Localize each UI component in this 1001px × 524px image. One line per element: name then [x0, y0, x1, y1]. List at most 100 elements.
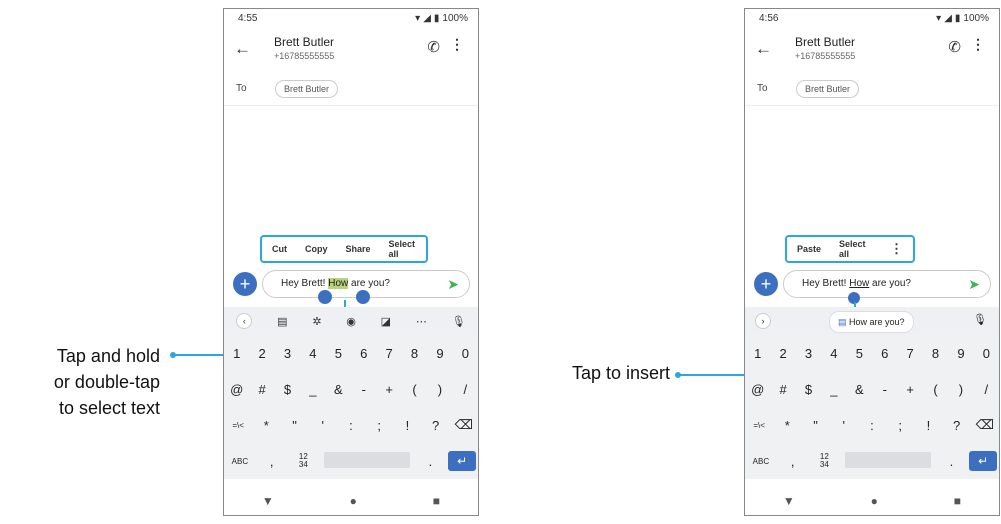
comma-key[interactable]: ,: [777, 454, 809, 469]
key[interactable]: 6: [872, 346, 897, 361]
home-circle-icon[interactable]: ●: [871, 494, 878, 508]
key[interactable]: 3: [796, 346, 821, 361]
more-options-icon[interactable]: ⋮: [971, 36, 985, 53]
select-all-button[interactable]: Select all: [389, 239, 416, 259]
key[interactable]: ?: [943, 418, 971, 433]
paste-button[interactable]: Paste: [797, 244, 821, 254]
settings-icon[interactable]: ✲: [312, 315, 321, 328]
key[interactable]: *: [252, 418, 280, 433]
abc-key[interactable]: ABC: [745, 457, 777, 466]
selection-handle-end[interactable]: [356, 290, 370, 304]
key[interactable]: 9: [948, 346, 973, 361]
recipient-chip[interactable]: Brett Butler: [275, 80, 339, 98]
key[interactable]: @: [745, 382, 770, 397]
key[interactable]: @: [224, 382, 249, 397]
chevron-left-icon[interactable]: ‹: [236, 313, 253, 329]
key[interactable]: 4: [300, 346, 325, 361]
key[interactable]: -: [351, 382, 376, 397]
microphone-icon[interactable]: 🎙: [452, 315, 466, 328]
key[interactable]: ;: [886, 418, 914, 433]
key[interactable]: 0: [974, 346, 999, 361]
add-attachment-button[interactable]: +: [754, 272, 778, 296]
key[interactable]: 5: [847, 346, 872, 361]
key[interactable]: :: [858, 418, 886, 433]
key[interactable]: *: [773, 418, 801, 433]
key[interactable]: #: [770, 382, 795, 397]
home-circle-icon[interactable]: ●: [350, 494, 357, 508]
key[interactable]: 6: [351, 346, 376, 361]
enter-key[interactable]: ↵: [967, 451, 999, 471]
backspace-key[interactable]: ⌫: [450, 417, 478, 433]
key[interactable]: +: [897, 382, 922, 397]
key[interactable]: ': [830, 418, 858, 433]
key[interactable]: ": [801, 418, 829, 433]
key[interactable]: (: [402, 382, 427, 397]
key[interactable]: -: [872, 382, 897, 397]
clipboard-suggestion[interactable]: ▤ How are you?: [829, 311, 914, 333]
space-key[interactable]: [840, 451, 935, 471]
key[interactable]: 8: [923, 346, 948, 361]
key[interactable]: +: [376, 382, 401, 397]
key[interactable]: 8: [402, 346, 427, 361]
key[interactable]: 1: [224, 346, 249, 361]
key[interactable]: (: [923, 382, 948, 397]
recipient-chip[interactable]: Brett Butler: [796, 80, 860, 98]
key[interactable]: ': [309, 418, 337, 433]
key[interactable]: ?: [422, 418, 450, 433]
cut-button[interactable]: Cut: [272, 244, 287, 254]
back-triangle-icon[interactable]: ▼: [783, 494, 795, 508]
recents-square-icon[interactable]: ■: [433, 494, 440, 508]
key[interactable]: /: [453, 382, 478, 397]
comma-key[interactable]: ,: [256, 454, 288, 469]
back-triangle-icon[interactable]: ▼: [262, 494, 274, 508]
select-all-button[interactable]: Select all: [839, 239, 872, 259]
key[interactable]: 2: [249, 346, 274, 361]
key[interactable]: :: [337, 418, 365, 433]
space-key[interactable]: [319, 451, 414, 471]
key[interactable]: 9: [427, 346, 452, 361]
key[interactable]: 5: [326, 346, 351, 361]
share-button[interactable]: Share: [346, 244, 371, 254]
period-key[interactable]: .: [936, 454, 968, 469]
fraction-key[interactable]: 12 34: [809, 453, 841, 469]
key[interactable]: _: [300, 382, 325, 397]
copy-button[interactable]: Copy: [305, 244, 328, 254]
backspace-key[interactable]: ⌫: [971, 417, 999, 433]
key[interactable]: !: [914, 418, 942, 433]
microphone-icon[interactable]: 🎙: [973, 313, 987, 326]
key[interactable]: =\<: [224, 421, 252, 430]
recents-square-icon[interactable]: ■: [954, 494, 961, 508]
key[interactable]: ): [948, 382, 973, 397]
key[interactable]: /: [974, 382, 999, 397]
abc-key[interactable]: ABC: [224, 457, 256, 466]
chevron-right-icon[interactable]: ›: [755, 313, 771, 329]
more-options-icon[interactable]: ⋮: [890, 241, 903, 257]
clipboard-icon[interactable]: ▤: [277, 315, 287, 328]
key[interactable]: 7: [897, 346, 922, 361]
key[interactable]: =\<: [745, 421, 773, 430]
key[interactable]: ": [280, 418, 308, 433]
add-attachment-button[interactable]: +: [233, 272, 257, 296]
key[interactable]: 7: [376, 346, 401, 361]
key[interactable]: 3: [275, 346, 300, 361]
key[interactable]: 0: [453, 346, 478, 361]
back-arrow-icon[interactable]: ←: [234, 39, 251, 59]
key[interactable]: ;: [365, 418, 393, 433]
key[interactable]: 4: [821, 346, 846, 361]
enter-key[interactable]: ↵: [446, 451, 478, 471]
back-arrow-icon[interactable]: ←: [755, 39, 772, 59]
key[interactable]: ): [427, 382, 452, 397]
key[interactable]: &: [326, 382, 351, 397]
phone-call-icon[interactable]: ✆: [427, 38, 440, 56]
fraction-key[interactable]: 12 34: [288, 453, 320, 469]
resize-icon[interactable]: ◪: [381, 315, 391, 328]
period-key[interactable]: .: [415, 454, 447, 469]
key[interactable]: 2: [770, 346, 795, 361]
key[interactable]: #: [249, 382, 274, 397]
send-icon[interactable]: ➤: [968, 276, 980, 293]
palette-icon[interactable]: ◉: [346, 315, 356, 328]
send-icon[interactable]: ➤: [447, 276, 459, 293]
more-options-icon[interactable]: ⋮: [450, 36, 464, 53]
key[interactable]: &: [847, 382, 872, 397]
key[interactable]: !: [393, 418, 421, 433]
